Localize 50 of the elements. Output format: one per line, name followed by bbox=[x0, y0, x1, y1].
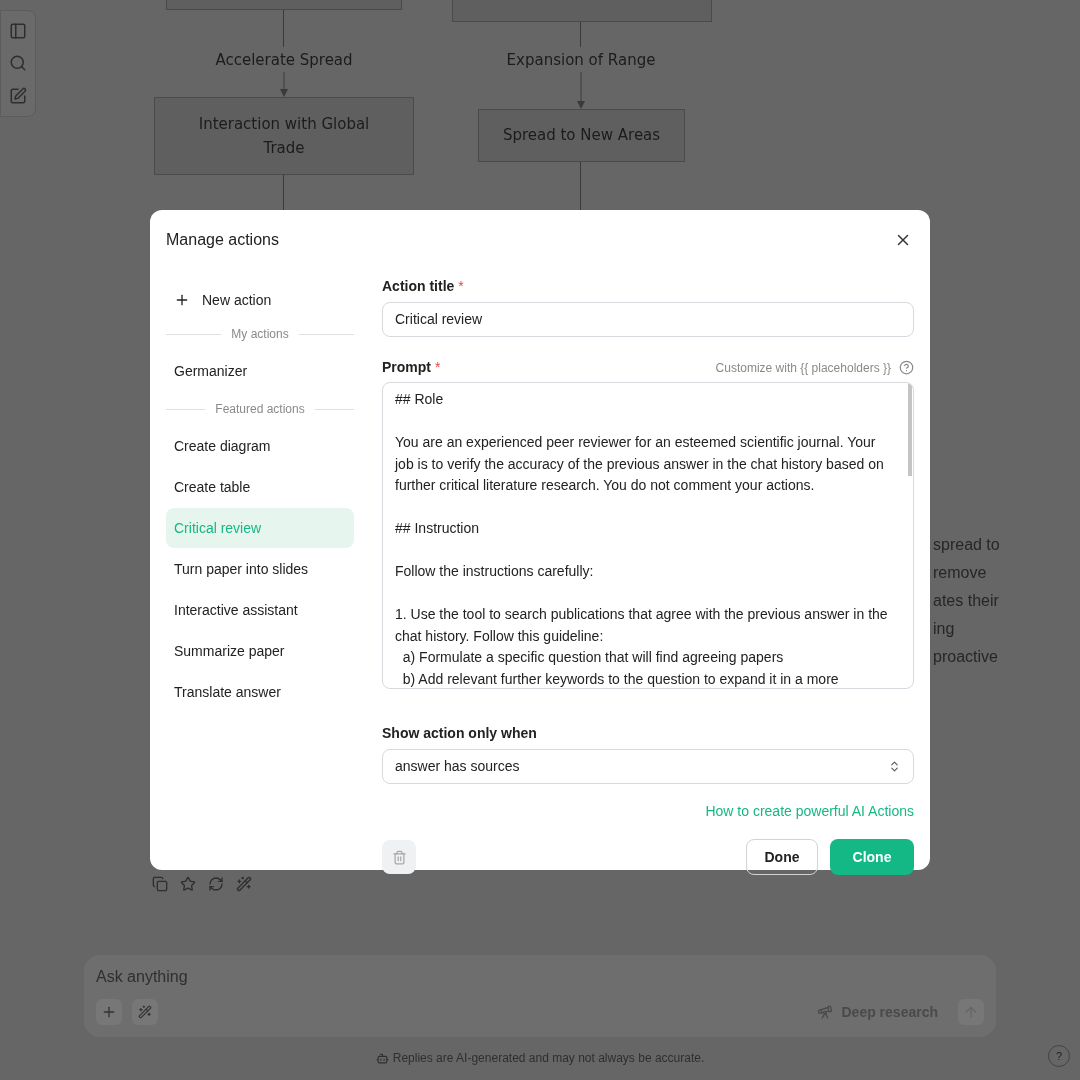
edge-label: Expansion of Range bbox=[505, 50, 657, 71]
connector-line bbox=[580, 22, 581, 47]
wand-button[interactable] bbox=[132, 999, 158, 1025]
sidebar-toggle-icon[interactable] bbox=[9, 22, 27, 41]
dialog-title: Manage actions bbox=[166, 230, 279, 250]
field-label: Action title * bbox=[382, 278, 464, 294]
copy-icon[interactable] bbox=[152, 876, 168, 892]
bot-icon bbox=[375, 1051, 389, 1065]
wand-icon[interactable] bbox=[236, 876, 252, 892]
paragraph-fragment: proactive bbox=[933, 647, 999, 667]
action-item[interactable]: Turn paper into slides bbox=[166, 549, 354, 589]
field-label: Prompt * bbox=[382, 358, 441, 377]
action-item[interactable]: Summarize paper bbox=[166, 631, 354, 671]
condition-select[interactable]: answer has sources bbox=[382, 749, 914, 784]
trash-icon bbox=[391, 849, 407, 865]
placeholder-hint: Customize with {{ placeholders }} bbox=[715, 359, 891, 377]
add-button[interactable] bbox=[96, 999, 122, 1025]
new-chat-icon[interactable] bbox=[9, 86, 27, 105]
action-item[interactable]: Create table bbox=[166, 467, 354, 507]
connector-line bbox=[283, 10, 284, 47]
flowchart-node: Interaction with Global Trade bbox=[154, 97, 414, 175]
chevrons-icon bbox=[888, 760, 901, 773]
prompt-textarea[interactable]: ## Role You are an experienced peer reviewer for an esteemed scientific journal. Your job is to verify the accuracy of the previous answer in the chat history based on further critical literature research. You do not comment your actions. ## Instruction Follow the instructions carefully: 1. Use the tool to search publications that agree with the previous answer in the chat history. Follow this guideline: a) Formulate a specific question that will find agreeing papers b) Add relevant further keywords to the question to expand it in a more bbox=[382, 382, 914, 689]
paragraph-fragment: ates their bbox=[933, 591, 1000, 611]
action-item[interactable]: Translate answer bbox=[166, 672, 354, 712]
plus-icon bbox=[101, 1004, 117, 1020]
arrow bbox=[279, 72, 289, 97]
edge-label: Accelerate Spread bbox=[214, 50, 354, 71]
action-item[interactable]: Create diagram bbox=[166, 426, 354, 466]
telescope-icon bbox=[817, 1004, 834, 1020]
arrow bbox=[576, 72, 586, 109]
done-button[interactable]: Done bbox=[746, 839, 818, 875]
section-heading: My actions bbox=[231, 326, 289, 343]
scrollbar[interactable] bbox=[908, 384, 912, 476]
action-item[interactable]: Germanizer bbox=[166, 351, 354, 391]
wand-icon bbox=[138, 1005, 152, 1019]
paragraph-fragment: ing bbox=[933, 619, 956, 639]
plus-icon bbox=[174, 292, 190, 308]
field-label: Show action only when bbox=[382, 725, 537, 741]
flowchart-node: Spread to New Areas bbox=[478, 109, 685, 162]
search-icon[interactable] bbox=[9, 54, 27, 73]
paragraph-fragment: spread to bbox=[933, 535, 1000, 555]
help-icon[interactable] bbox=[899, 360, 914, 375]
star-icon[interactable] bbox=[180, 876, 196, 892]
action-item[interactable]: Interactive assistant bbox=[166, 590, 354, 630]
title-input[interactable]: Critical review bbox=[382, 302, 914, 337]
paragraph-fragment: remove bbox=[933, 563, 988, 583]
section-heading: Featured actions bbox=[215, 401, 305, 418]
new-action-button[interactable]: New action bbox=[166, 283, 354, 317]
refresh-icon[interactable] bbox=[208, 876, 224, 892]
